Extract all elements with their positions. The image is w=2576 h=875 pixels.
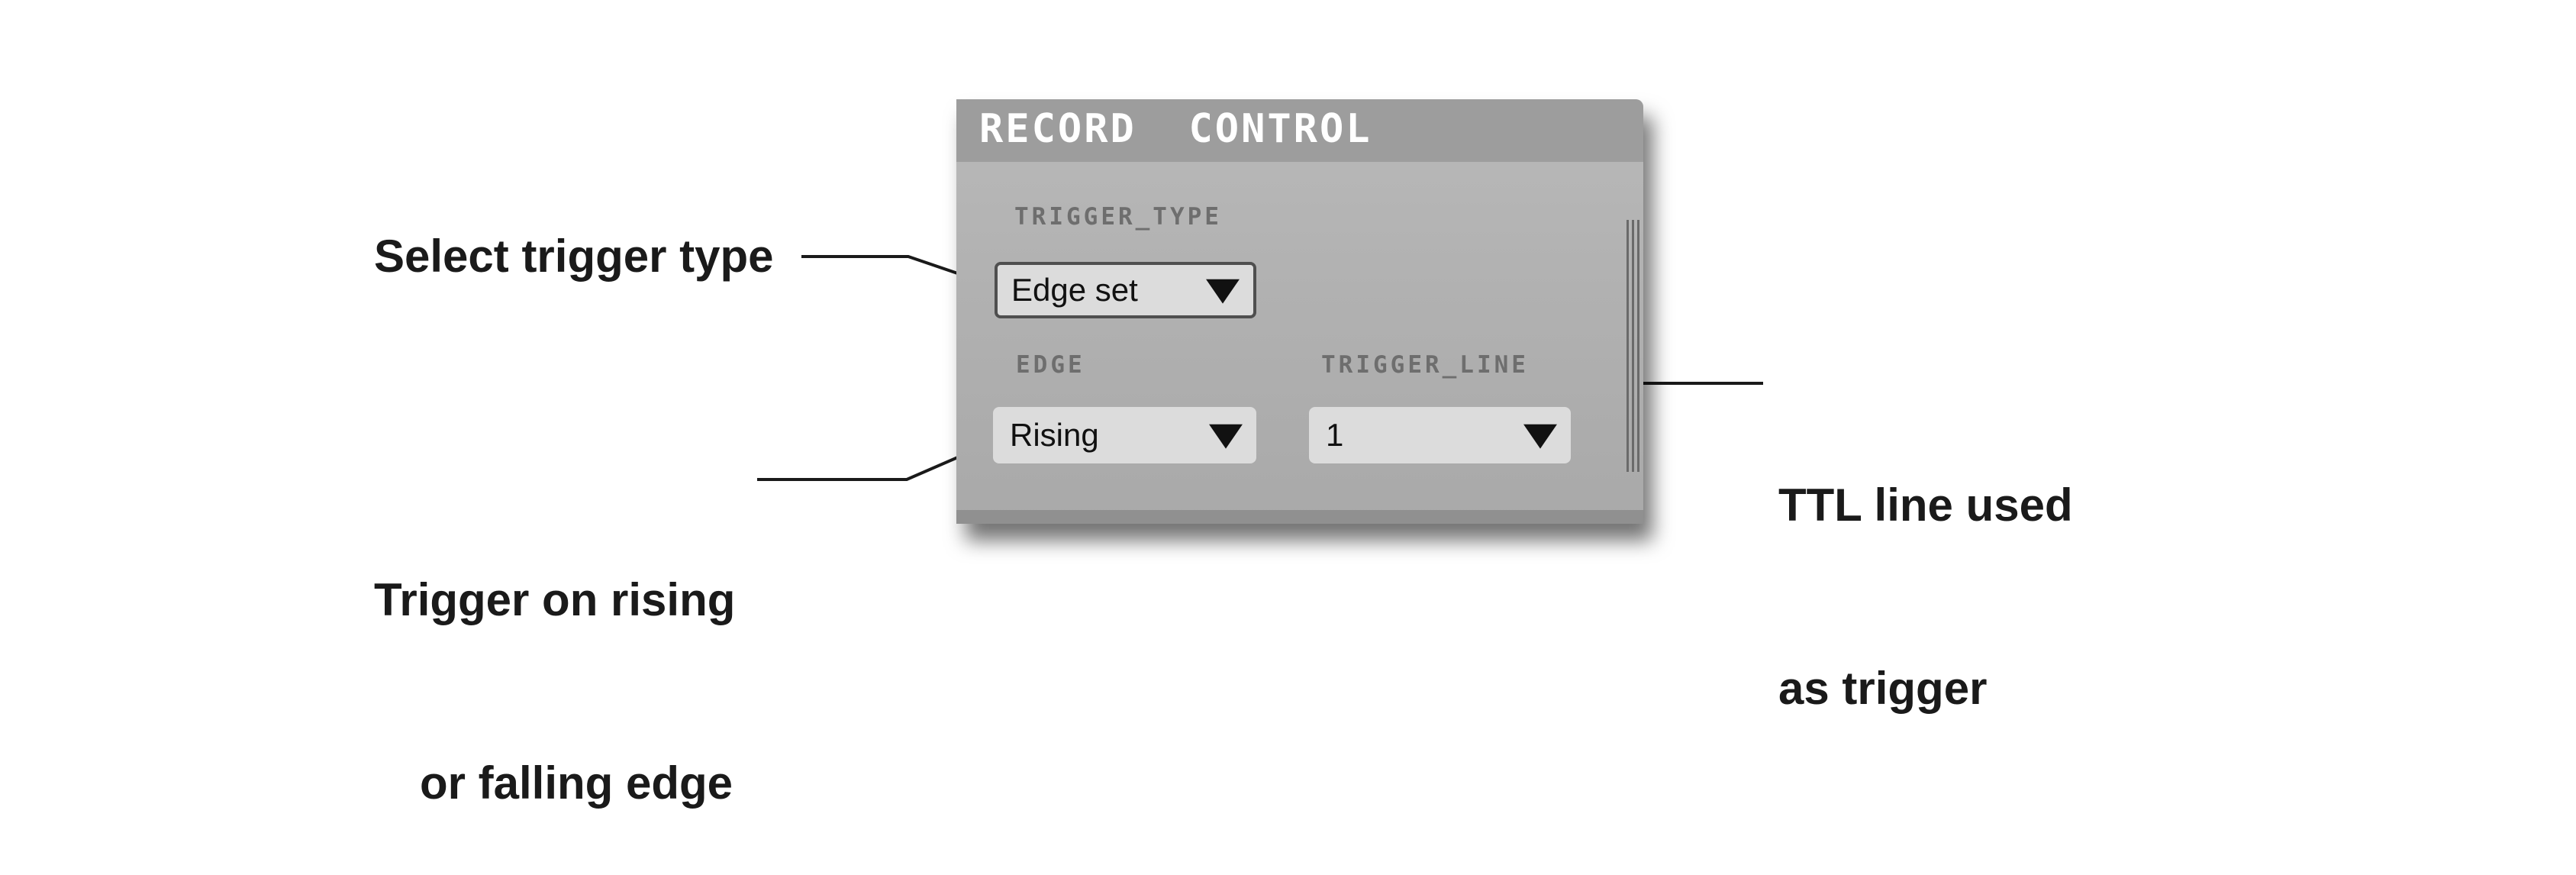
trigger-type-dropdown[interactable]: Edge set (995, 262, 1256, 318)
panel-title: RECORD CONTROL (979, 106, 1372, 152)
scrollbar-rail-center (1632, 220, 1634, 472)
annotation-trigger-edge-line2: or falling edge (419, 757, 733, 809)
panel-footer-bar (956, 510, 1643, 524)
panel-header: RECORD CONTROL (956, 99, 1643, 162)
down-triangle-icon (1206, 279, 1240, 304)
annotation-ttl-line: TTL line used as trigger (1778, 353, 2073, 780)
trigger-line-dropdown[interactable]: 1 (1309, 407, 1571, 463)
scrollbar-rail-left (1627, 220, 1629, 472)
annotation-ttl-line2: as trigger (1778, 663, 1988, 714)
down-triangle-icon (1523, 424, 1557, 449)
down-triangle-icon (1209, 424, 1243, 449)
edge-dropdown[interactable]: Rising (993, 407, 1256, 463)
annotation-trigger-edge: Trigger on rising or falling edge (374, 447, 736, 875)
trigger-type-label: TRIGGER_TYPE (1014, 203, 1222, 231)
trigger-type-value: Edge set (1011, 272, 1138, 308)
annotation-ttl-line1: TTL line used (1778, 479, 2073, 531)
annotation-trigger-edge-line1: Trigger on rising (374, 574, 736, 625)
scrollbar[interactable] (1627, 220, 1640, 472)
edge-label: EDGE (1016, 351, 1085, 379)
record-control-panel: RECORD CONTROL TRIGGER_TYPE Edge set EDG… (956, 99, 1643, 524)
edge-value: Rising (1010, 417, 1099, 453)
annotation-select-trigger-type: Select trigger type (374, 231, 774, 282)
trigger-line-label: TRIGGER_LINE (1321, 351, 1529, 379)
scrollbar-rail-right (1637, 220, 1639, 472)
trigger-line-value: 1 (1326, 417, 1344, 453)
